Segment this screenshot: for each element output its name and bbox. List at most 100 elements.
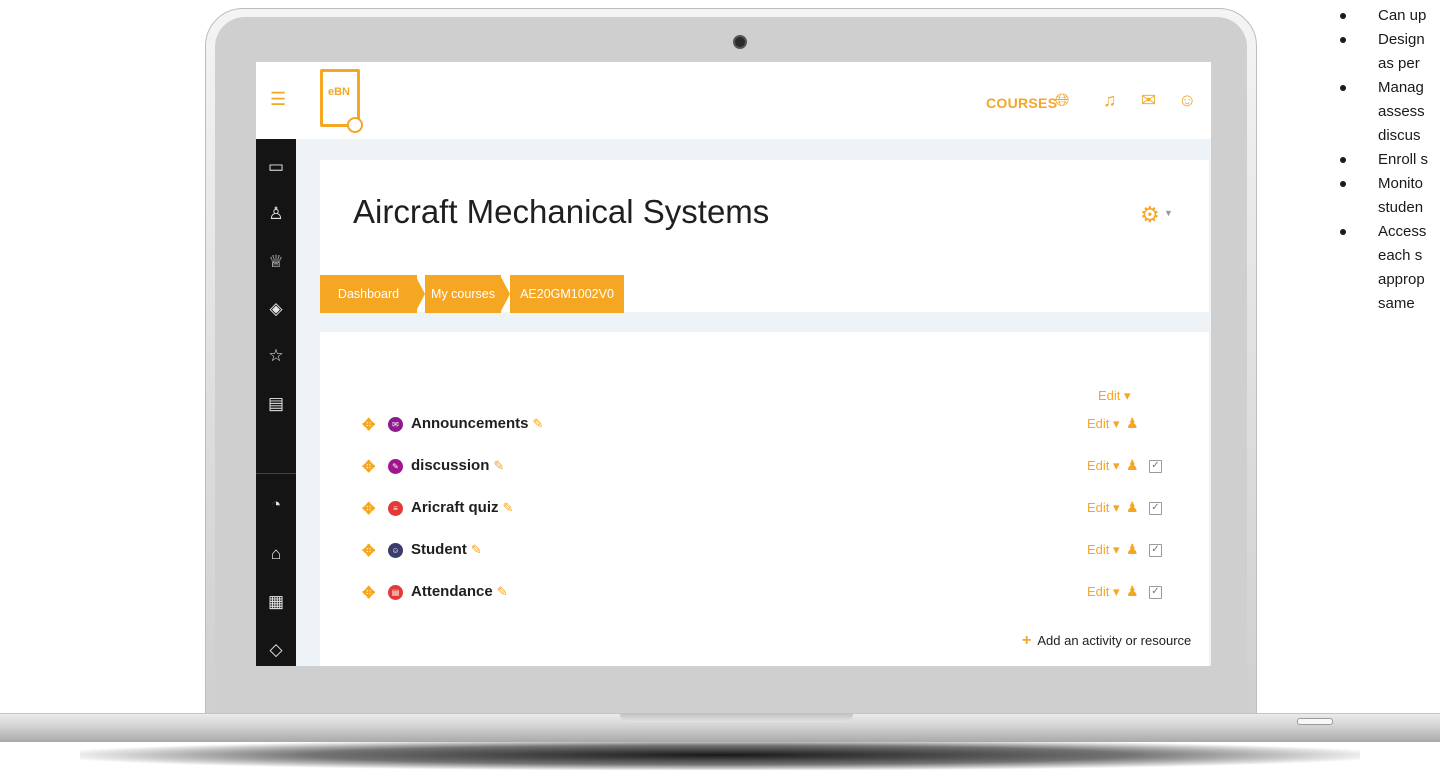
bullet-line: Design (1378, 31, 1425, 48)
laptop-shadow (80, 740, 1360, 770)
bullet-line: Monito (1378, 175, 1424, 192)
completion-checkbox[interactable]: ✓ (1149, 544, 1162, 557)
plus-icon: + (1022, 632, 1032, 649)
assign-roles-icon[interactable]: ♟ (1126, 415, 1139, 432)
activity-name[interactable]: Student ✎ (411, 541, 482, 558)
gear-icon[interactable]: ⚙ (1140, 202, 1160, 228)
course-content: Edit ▾ ✥ ✉ Announcements ✎ Edit ▾ ♟ ✥ ✎ discussi… (320, 332, 1209, 666)
activity-edit-menu[interactable]: Edit ▾ (1087, 416, 1120, 432)
activity-name-text: Student (411, 541, 467, 558)
chevron-down-icon[interactable]: ▼ (1164, 208, 1173, 218)
add-activity-button[interactable]: + Add an activity or resource (1022, 632, 1191, 650)
bullet-line: Manag (1378, 79, 1424, 96)
bullet-item: Can up (1340, 4, 1440, 28)
book-icon[interactable]: ▤ (264, 394, 288, 414)
activity-name-text: discussion (411, 457, 490, 474)
bullet-item: Monito studen (1340, 172, 1440, 220)
bullet-line: as per (1378, 55, 1420, 72)
mail-icon[interactable]: ✉︎ (1141, 90, 1156, 111)
activity-edit-label: Edit (1087, 416, 1110, 431)
bullet-dot (1340, 181, 1346, 187)
sidebar-divider (256, 473, 296, 474)
course-header: Aircraft Mechanical Systems ⚙ ▼ Dashboar… (320, 160, 1209, 313)
add-activity-label: Add an activity or resource (1037, 633, 1192, 648)
completion-checkbox[interactable]: ✓ (1149, 586, 1162, 599)
bullet-item: Design as per (1340, 28, 1440, 76)
dashboard-icon[interactable]: ◔ (264, 495, 288, 515)
activity-edit-label: Edit (1087, 458, 1110, 473)
activity-edit-menu[interactable]: Edit ▾ (1087, 500, 1120, 516)
list-item[interactable]: ✥ ✎ discussion ✎ Edit ▾ ♟ ✓ (320, 452, 1209, 482)
activity-edit-label: Edit (1087, 542, 1110, 557)
pencil-icon[interactable]: ✎ (533, 416, 544, 431)
bullet-dot (1340, 85, 1346, 91)
activity-name[interactable]: Announcements ✎ (411, 415, 543, 432)
pencil-icon[interactable]: ✎ (471, 542, 482, 557)
bullet-item: Manag assess discus (1340, 76, 1440, 148)
user-badge-icon[interactable]: ♙ (264, 204, 288, 224)
activity-edit-menu[interactable]: Edit ▾ (1087, 458, 1120, 474)
activity-name[interactable]: Attendance ✎ (411, 583, 508, 600)
completion-checkbox[interactable]: ✓ (1149, 460, 1162, 473)
calendar-icon[interactable]: ▦ (264, 592, 288, 612)
assign-roles-icon[interactable]: ♟ (1126, 583, 1139, 600)
bullet-line: assess (1378, 103, 1425, 120)
logo-text: eBN (328, 86, 351, 98)
ebn-logo[interactable]: eBN (320, 69, 363, 133)
breadcrumb-my-courses[interactable]: My courses (425, 275, 501, 313)
list-item[interactable]: ✥ ▤ Attendance ✎ Edit ▾ ♟ ✓ (320, 578, 1209, 608)
pencil-icon[interactable]: ✎ (503, 500, 514, 515)
activity-name[interactable]: discussion ✎ (411, 457, 504, 474)
assign-roles-icon[interactable]: ♟ (1126, 541, 1139, 558)
activity-icon: ☺ (388, 543, 403, 558)
courses-link[interactable]: COURSES (986, 95, 1057, 111)
activity-name-text: Announcements (411, 415, 529, 432)
bell-icon[interactable]: ♫︎ (1103, 90, 1117, 111)
bullet-line: Access (1378, 223, 1427, 240)
page-title: Aircraft Mechanical Systems (353, 193, 770, 230)
left-sidebar: ▭ ♙ ♕ ◈ ☆ ▤ ◔ ⌂ ▦ ◇ (256, 139, 296, 666)
star-icon[interactable]: ☆ (264, 346, 288, 366)
pencil-icon[interactable]: ✎ (493, 458, 504, 473)
list-item[interactable]: ✥ ≡ Aricraft quiz ✎ Edit ▾ ♟ ✓ (320, 494, 1209, 524)
section-edit-menu[interactable]: Edit ▾ (1098, 388, 1131, 404)
graduation-cap-icon (347, 117, 363, 133)
hamburger-icon[interactable]: ☰ (270, 90, 286, 108)
bullet-item: Access each s approp same (1340, 220, 1440, 316)
bullet-line: same (1378, 295, 1415, 312)
bullet-dot (1340, 229, 1346, 235)
breadcrumb-arrow (500, 275, 510, 313)
completion-checkbox[interactable]: ✓ (1149, 502, 1162, 515)
move-icon[interactable]: ✥ (362, 457, 375, 477)
list-item[interactable]: ✥ ✉ Announcements ✎ Edit ▾ ♟ (320, 410, 1209, 440)
breadcrumb-dashboard[interactable]: Dashboard (320, 275, 417, 313)
bullet-dot (1340, 13, 1346, 19)
activity-name[interactable]: Aricraft quiz ✎ (411, 499, 513, 516)
activity-edit-menu[interactable]: Edit ▾ (1087, 584, 1120, 600)
assign-roles-icon[interactable]: ♟ (1126, 499, 1139, 516)
move-icon[interactable]: ✥ (362, 499, 375, 519)
globe-icon[interactable]: 🌐︎ (1055, 90, 1069, 111)
assign-roles-icon[interactable]: ♟ (1126, 457, 1139, 474)
more-icon[interactable]: ◇ (264, 640, 288, 660)
pencil-icon[interactable]: ✎ (497, 584, 508, 599)
folder-icon[interactable]: ▭ (264, 157, 288, 177)
award-icon[interactable]: ♕ (264, 252, 288, 272)
user-icon[interactable]: ☺︎ (1178, 90, 1196, 111)
home-icon[interactable]: ⌂ (264, 544, 288, 564)
bullet-line: each s (1378, 247, 1423, 264)
top-navbar: ☰ eBN COURSES 🌐︎ ♫︎ ✉︎ ☺︎ (256, 62, 1211, 139)
section-edit-label: Edit (1098, 388, 1121, 403)
bullet-dot (1340, 37, 1346, 43)
list-item[interactable]: ✥ ☺ Student ✎ Edit ▾ ♟ ✓ (320, 536, 1209, 566)
camera-icon (733, 35, 747, 49)
move-icon[interactable]: ✥ (362, 583, 375, 603)
move-icon[interactable]: ✥ (362, 415, 375, 435)
activity-edit-menu[interactable]: Edit ▾ (1087, 542, 1120, 558)
layers-icon[interactable]: ◈ (264, 299, 288, 319)
bullet-line: Can up (1378, 7, 1427, 24)
move-icon[interactable]: ✥ (362, 541, 375, 561)
activity-edit-label: Edit (1087, 584, 1110, 599)
activity-name-text: Attendance (411, 583, 493, 600)
breadcrumb-course-code[interactable]: AE20GM1002V0 (510, 275, 624, 313)
